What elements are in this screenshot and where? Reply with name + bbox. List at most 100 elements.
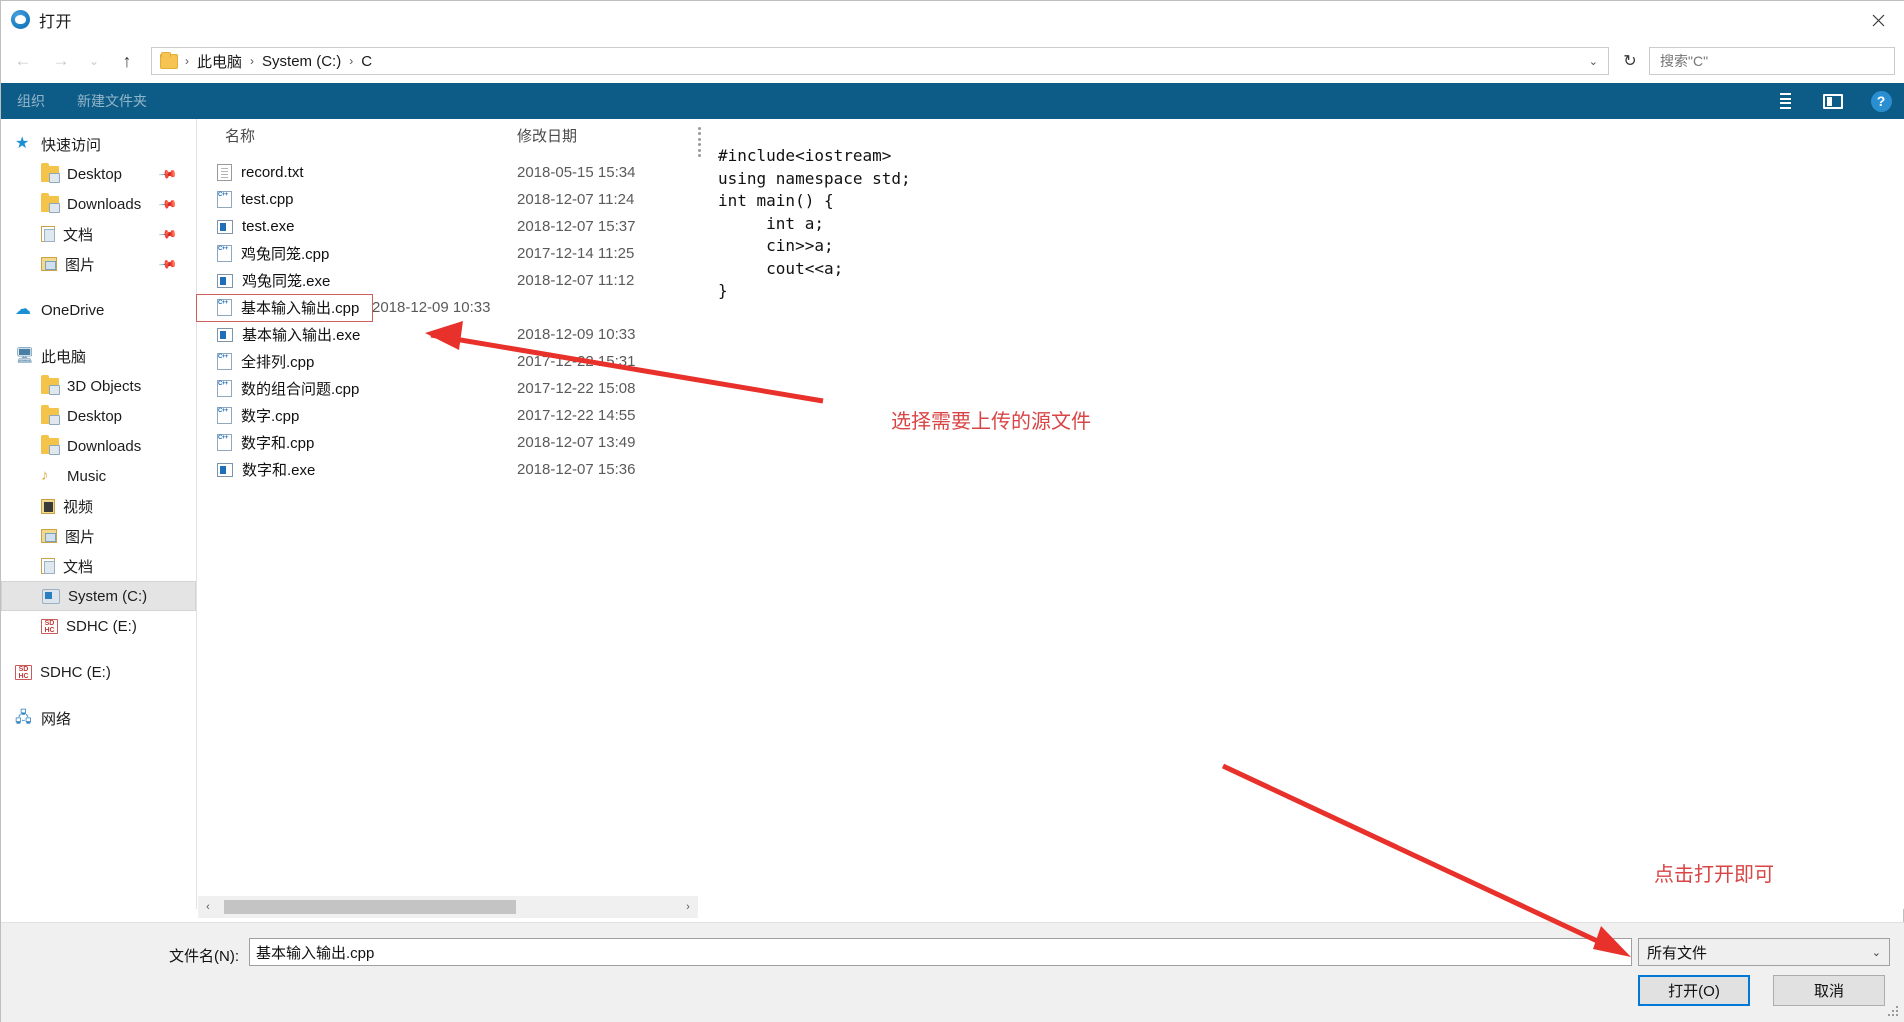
sidebar-item-label: Downloads [67,195,142,213]
sidebar-item-downloads[interactable]: Downloads 📌 [1,189,196,219]
sidebar-item-label: 视频 [63,498,94,516]
refresh-icon[interactable]: ↻ [1615,47,1645,75]
sidebar-item-sdhc-e[interactable]: SD HC SDHC (E:) [1,657,196,687]
sidebar-item-label: 图片 [65,256,96,274]
sidebar-item-network[interactable]: 🖧 网络 [1,703,196,733]
sidebar-item-label: OneDrive [41,301,105,319]
search-input[interactable] [1658,52,1886,70]
file-list-pane[interactable]: 名称 修改日期 record.txt 2018-05-15 15:34 test… [196,119,697,909]
scroll-left-icon[interactable]: ‹ [198,896,218,918]
sidebar-item-documents[interactable]: 文档 📌 [1,219,196,249]
file-name: 鸡兔同笼.exe [242,273,331,290]
folder-icon [160,51,178,69]
sidebar-item-desktop[interactable]: Desktop 📌 [1,159,196,189]
sidebar-item-3d-objects[interactable]: 3D Objects [1,371,196,401]
dialog-body: ★ 快速访问 Desktop 📌 Downloads 📌 文档 📌 图片 📌 ☁… [1,119,1904,909]
annotation-label-click-open: 点击打开即可 [1654,864,1774,886]
layout-pane-icon[interactable] [1761,83,1809,119]
address-bar[interactable]: › 此电脑 › System (C:) › C ⌄ [151,47,1609,75]
table-row-selected[interactable]: 基本输入输出.cpp 2018-12-09 10:33 [196,293,697,322]
sidebar-item-label: 网络 [41,710,72,728]
file-date: 2018-12-07 15:36 [517,461,636,478]
breadcrumb-this-pc[interactable]: 此电脑 [194,51,245,72]
folder-desktop-icon [41,163,60,183]
folder-downloads-icon [41,435,60,455]
code-preview-text: #include<iostream> using namespace std; … [718,146,911,300]
sidebar-item-label: Music [67,467,107,485]
sidebar-item-label: SDHC (E:) [66,617,137,635]
file-name: record.txt [241,164,304,181]
table-row[interactable]: 数字和.exe 2018-12-07 15:36 [197,456,697,483]
sidebar-item-quick-access[interactable]: ★ 快速访问 [1,129,196,159]
chevron-down-icon[interactable]: ⌄ [1579,55,1608,68]
scrollbar-track[interactable] [218,896,678,918]
sidebar-item-system-c[interactable]: System (C:) [1,581,196,611]
file-name: 数字和.cpp [241,435,315,452]
file-name: 全排列.cpp [241,354,315,371]
cancel-button[interactable]: 取消 [1773,975,1885,1006]
table-row[interactable]: 数的组合问题.cpp 2017-12-22 15:08 [197,375,697,402]
sidebar-item-label: 快速访问 [41,136,102,154]
table-row[interactable]: 鸡兔同笼.exe 2018-12-07 11:12 [197,267,697,294]
forward-button[interactable]: → [45,46,77,76]
file-date: 2017-12-22 14:55 [517,407,636,424]
scrollbar-thumb[interactable] [224,900,516,914]
filename-input[interactable] [249,938,1632,966]
table-row[interactable]: test.exe 2018-12-07 15:37 [197,213,697,240]
sidebar-item-label: System (C:) [68,587,148,605]
back-button[interactable]: ← [7,46,39,76]
up-button[interactable]: ↑ [111,46,143,76]
cpp-file-icon [217,245,232,262]
sidebar-item-this-pc[interactable]: 🖥 此电脑 [1,341,196,371]
file-date: 2017-12-22 15:08 [517,380,636,397]
close-icon[interactable] [1851,1,1904,39]
sidebar-item-sdhc-e-child[interactable]: SD HC SDHC (E:) [1,611,196,641]
column-header-name[interactable]: 名称 [197,125,517,146]
sidebar-item-desktop-pc[interactable]: Desktop [1,401,196,431]
cloud-icon: ☁ [15,301,31,318]
sidebar-item-pictures-pc[interactable]: 图片 [1,521,196,551]
table-row[interactable]: 全排列.cpp 2017-12-22 15:31 [197,348,697,375]
filetype-dropdown[interactable]: 所有文件 ⌄ [1638,938,1890,966]
horizontal-scrollbar[interactable]: ‹ › [198,896,698,918]
table-row[interactable]: record.txt 2018-05-15 15:34 [197,159,697,186]
breadcrumb-system-c[interactable]: System (C:) [259,53,344,70]
search-box[interactable] [1649,47,1895,75]
sd-card-icon: SD HC [15,664,32,680]
organize-button[interactable]: 组织 [1,91,61,111]
folder-pictures-icon [41,257,57,271]
preview-pane-icon[interactable] [1809,83,1857,119]
navigation-sidebar[interactable]: ★ 快速访问 Desktop 📌 Downloads 📌 文档 📌 图片 📌 ☁… [1,119,197,909]
resize-grip-icon[interactable] [1888,1006,1900,1018]
sidebar-item-music[interactable]: ♪ Music [1,461,196,491]
recent-locations-button[interactable]: ⌄ [83,46,105,76]
annotation-label-select-file: 选择需要上传的源文件 [891,411,1091,433]
sidebar-item-downloads-pc[interactable]: Downloads [1,431,196,461]
sidebar-item-pictures[interactable]: 图片 📌 [1,249,196,279]
folder-pictures-icon [41,529,57,543]
cpp-file-icon [217,407,232,424]
file-date: 2018-12-07 11:12 [517,272,635,289]
pin-icon: 📌 [157,164,179,185]
sidebar-item-onedrive[interactable]: ☁ OneDrive [1,295,196,325]
help-icon[interactable]: ? [1857,83,1904,119]
column-header-date[interactable]: 修改日期 [517,125,697,146]
pane-splitter-handle[interactable] [698,127,703,157]
breadcrumb-c[interactable]: C [358,53,375,70]
open-button[interactable]: 打开(O) [1638,975,1750,1006]
table-row[interactable]: test.cpp 2018-12-07 11:24 [197,186,697,213]
drive-icon [42,588,60,604]
scroll-right-icon[interactable]: › [678,896,698,918]
table-row[interactable]: 鸡兔同笼.cpp 2017-12-14 11:25 [197,240,697,267]
file-name: 数字和.exe [242,462,316,479]
sidebar-item-label: Downloads [67,437,142,455]
table-row[interactable]: 数字和.cpp 2018-12-07 13:49 [197,429,697,456]
sidebar-item-videos[interactable]: 视频 [1,491,196,521]
table-row[interactable]: 数字.cpp 2017-12-22 14:55 [197,402,697,429]
sidebar-item-documents-pc[interactable]: 文档 [1,551,196,581]
file-date: 2018-12-09 10:33 [372,299,491,316]
file-name: 数字.cpp [241,408,300,425]
table-row[interactable]: 基本输入输出.exe 2018-12-09 10:33 [197,321,697,348]
exe-file-icon [217,327,233,342]
new-folder-button[interactable]: 新建文件夹 [61,91,163,111]
